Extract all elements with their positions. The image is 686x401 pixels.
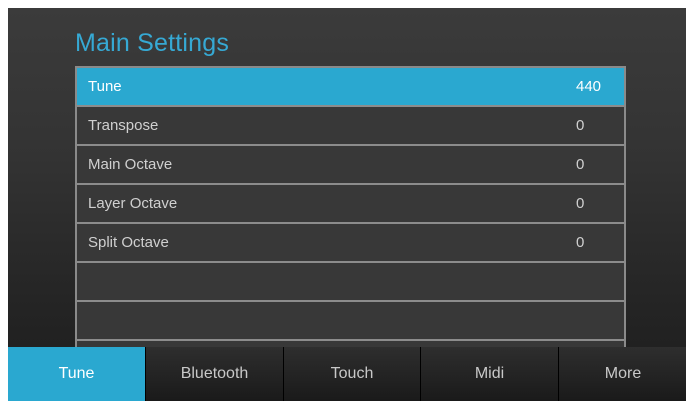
row-label: Tune	[88, 78, 122, 95]
page-title: Main Settings	[75, 29, 230, 57]
row-value: 0	[576, 195, 585, 212]
tab-tune[interactable]: Tune	[8, 347, 145, 401]
settings-row-split-octave[interactable]: Split Octave 0	[77, 224, 624, 263]
bottom-tab-bar: Tune Bluetooth Touch Midi More	[8, 347, 686, 401]
settings-row-empty	[77, 263, 624, 302]
row-label: Split Octave	[88, 234, 169, 251]
row-label: Main Octave	[88, 156, 173, 173]
row-value: 440	[576, 78, 602, 95]
tab-bluetooth[interactable]: Bluetooth	[145, 347, 283, 401]
tab-more[interactable]: More	[558, 347, 686, 401]
row-value: 0	[576, 117, 585, 134]
settings-row-main-octave[interactable]: Main Octave 0	[77, 146, 624, 185]
row-label: Layer Octave	[88, 195, 178, 212]
settings-row-transpose[interactable]: Transpose 0	[77, 107, 624, 146]
settings-row-layer-octave[interactable]: Layer Octave 0	[77, 185, 624, 224]
row-label: Transpose	[88, 117, 159, 134]
row-value: 0	[576, 156, 585, 173]
settings-row-tune[interactable]: Tune 440	[77, 68, 624, 107]
tab-touch[interactable]: Touch	[283, 347, 420, 401]
row-value: 0	[576, 234, 585, 251]
settings-row-empty	[77, 302, 624, 341]
settings-screen: Main Settings Tune 440 Transpose 0 Main …	[8, 8, 686, 401]
settings-list: Tune 440 Transpose 0 Main Octave 0 Layer…	[75, 66, 626, 348]
tab-midi[interactable]: Midi	[420, 347, 558, 401]
